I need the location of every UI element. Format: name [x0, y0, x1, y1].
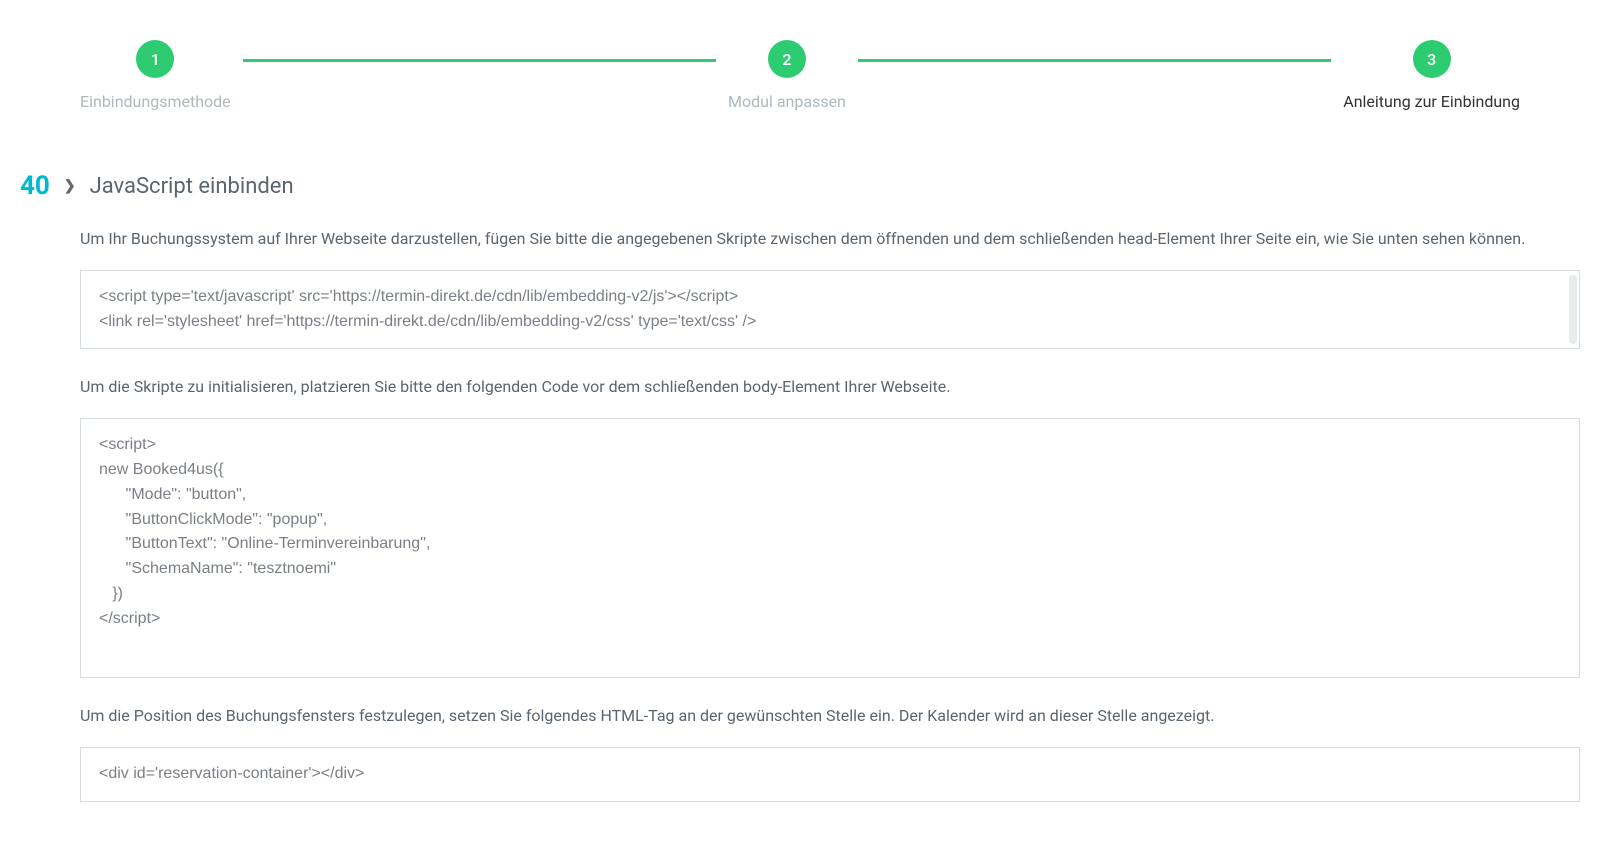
code-block-container-div[interactable]: <div id='reservation-container'></div> [80, 747, 1580, 802]
step-1-label: Einbindungsmethode [80, 92, 231, 111]
chevron-right-icon: ❯ [64, 178, 76, 194]
step-1[interactable]: 1 Einbindungsmethode [80, 40, 231, 111]
step-2[interactable]: 2 Modul anpassen [728, 40, 846, 111]
step-2-circle: 2 [768, 40, 806, 78]
instruction-text-3: Um die Position des Buchungsfensters fes… [80, 704, 1580, 729]
code-block-head-scripts[interactable]: <script type='text/javascript' src='http… [80, 270, 1580, 350]
section-number: 40 [20, 171, 50, 201]
section-header: 40 ❯ JavaScript einbinden [20, 171, 1580, 201]
step-3-circle: 3 [1413, 40, 1451, 78]
wizard-stepper: 1 Einbindungsmethode 2 Modul anpassen 3 … [20, 40, 1580, 111]
content-area: Um Ihr Buchungssystem auf Ihrer Webseite… [20, 227, 1580, 802]
step-2-label: Modul anpassen [728, 92, 846, 111]
section-title: JavaScript einbinden [90, 174, 294, 199]
instruction-text-1: Um Ihr Buchungssystem auf Ihrer Webseite… [80, 227, 1580, 252]
code-block-init-script[interactable]: <script> new Booked4us({ "Mode": "button… [80, 418, 1580, 678]
instruction-text-2: Um die Skripte zu initialisieren, platzi… [80, 375, 1580, 400]
step-1-circle: 1 [136, 40, 174, 78]
step-3[interactable]: 3 Anleitung zur Einbindung [1343, 40, 1520, 111]
step-3-label: Anleitung zur Einbindung [1343, 92, 1520, 111]
step-line-1 [243, 59, 716, 62]
step-line-2 [858, 59, 1331, 62]
